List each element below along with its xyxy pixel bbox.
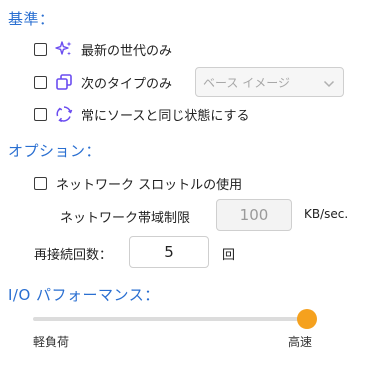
io-performance-slider-thumb[interactable]: [297, 309, 317, 329]
copy-icon: [55, 73, 73, 91]
type-select-value: ベース イメージ: [203, 75, 290, 90]
chevron-down-icon: [323, 73, 335, 92]
standard-section-title: 基準：: [8, 10, 55, 28]
type-only-checkbox[interactable]: [34, 75, 47, 89]
sparkles-icon: [55, 40, 73, 58]
bandwidth-limit-input[interactable]: 100: [216, 199, 292, 231]
io-min-label: 軽負荷: [33, 335, 70, 349]
sync-icon: [55, 105, 73, 123]
io-max-label: 高速: [288, 335, 313, 349]
retry-count-unit: 回: [222, 248, 236, 263]
type-only-label: 次のタイプのみ: [81, 76, 173, 92]
io-performance-title: I/O パフォーマンス：: [8, 286, 160, 304]
network-throttle-checkbox[interactable]: [34, 176, 47, 190]
bandwidth-limit-label: ネットワーク帯域制限: [60, 211, 191, 226]
latest-generation-label: 最新の世代のみ: [81, 43, 173, 59]
option-latest-generation[interactable]: 最新の世代のみ: [34, 38, 172, 60]
option-network-throttle[interactable]: ネットワーク スロットルの使用: [34, 172, 242, 194]
same-as-source-checkbox[interactable]: [34, 107, 47, 121]
option-same-as-source[interactable]: 常にソースと同じ状態にする: [34, 103, 249, 125]
options-section-title: オプション：: [8, 142, 102, 160]
option-type-only[interactable]: 次のタイプのみ: [34, 71, 172, 93]
latest-generation-checkbox[interactable]: [34, 42, 47, 56]
retry-count-label: 再接続回数：: [34, 248, 113, 263]
network-throttle-label: ネットワーク スロットルの使用: [56, 177, 243, 193]
bandwidth-unit: KB/sec.: [304, 207, 349, 221]
same-as-source-label: 常にソースと同じ状態にする: [81, 108, 250, 124]
io-performance-slider-track[interactable]: [33, 317, 307, 321]
retry-count-input[interactable]: 5: [129, 236, 209, 268]
type-select[interactable]: ベース イメージ: [195, 67, 344, 97]
